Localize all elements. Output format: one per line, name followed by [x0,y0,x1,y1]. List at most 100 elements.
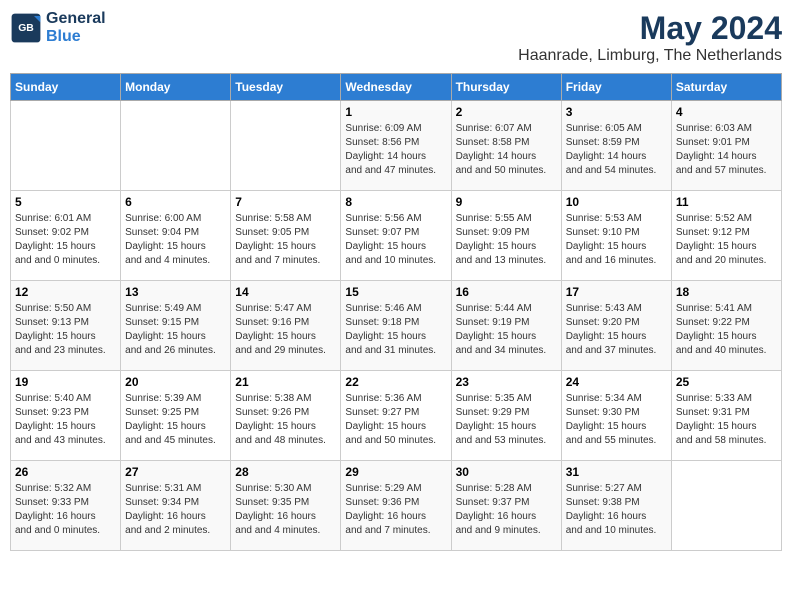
weekday-header-cell: Friday [561,74,671,101]
logo-blue: Blue [46,28,81,45]
day-info: Sunrise: 5:31 AMSunset: 9:34 PMDaylight:… [125,482,226,538]
calendar-day-cell: 13 Sunrise: 5:49 AMSunset: 9:15 PMDayligh… [121,281,231,371]
day-info: Sunrise: 5:58 AMSunset: 9:05 PMDaylight:… [235,212,336,268]
day-info: Sunrise: 5:38 AMSunset: 9:26 PMDaylight:… [235,392,336,448]
calendar-day-cell: 12 Sunrise: 5:50 AMSunset: 9:13 PMDayligh… [11,281,121,371]
day-number: 8 [345,195,446,209]
day-number: 10 [566,195,667,209]
calendar-week-row: 5 Sunrise: 6:01 AMSunset: 9:02 PMDaylight… [11,191,782,281]
svg-text:GB: GB [18,23,34,34]
day-number: 15 [345,285,446,299]
day-number: 12 [15,285,116,299]
day-info: Sunrise: 5:55 AMSunset: 9:09 PMDaylight:… [456,212,557,268]
day-info: Sunrise: 6:03 AMSunset: 9:01 PMDaylight:… [676,122,777,178]
day-number: 4 [676,105,777,119]
calendar-body: 1 Sunrise: 6:09 AMSunset: 8:56 PMDaylight… [11,101,782,551]
calendar-day-cell [121,101,231,191]
calendar-week-row: 19 Sunrise: 5:40 AMSunset: 9:23 PMDayligh… [11,371,782,461]
day-info: Sunrise: 6:09 AMSunset: 8:56 PMDaylight:… [345,122,446,178]
month-title: May 2024 [518,10,782,47]
day-info: Sunrise: 5:32 AMSunset: 9:33 PMDaylight:… [15,482,116,538]
logo: GB General Blue [10,10,106,45]
day-info: Sunrise: 5:41 AMSunset: 9:22 PMDaylight:… [676,302,777,358]
calendar-day-cell: 17Sunrise: 5:43 AMSunset: 9:20 PMDayligh… [561,281,671,371]
day-number: 20 [125,375,226,389]
day-info: Sunrise: 5:35 AMSunset: 9:29 PMDaylight:… [456,392,557,448]
weekday-header-cell: Saturday [671,74,781,101]
day-info: Sunrise: 5:30 AMSunset: 9:35 PMDaylight:… [235,482,336,538]
day-number: 29 [345,465,446,479]
day-info: Sunrise: 5:34 AMSunset: 9:30 PMDaylight:… [566,392,667,448]
calendar-day-cell [231,101,341,191]
calendar-day-cell: 14Sunrise: 5:47 AMSunset: 9:16 PMDayligh… [231,281,341,371]
day-info: Sunrise: 5:44 AMSunset: 9:19 PMDaylight:… [456,302,557,358]
day-info: Sunrise: 6:00 AMSunset: 9:04 PMDaylight:… [125,212,226,268]
calendar-day-cell: 5 Sunrise: 6:01 AMSunset: 9:02 PMDaylight… [11,191,121,281]
calendar-week-row: 26Sunrise: 5:32 AMSunset: 9:33 PMDayligh… [11,461,782,551]
day-number: 22 [345,375,446,389]
calendar-day-cell: 21Sunrise: 5:38 AMSunset: 9:26 PMDayligh… [231,371,341,461]
calendar-day-cell [11,101,121,191]
page-header: GB General Blue May 2024 Haanrade, Limbu… [10,10,782,65]
calendar-day-cell: 1 Sunrise: 6:09 AMSunset: 8:56 PMDaylight… [341,101,451,191]
day-number: 27 [125,465,226,479]
weekday-header-row: SundayMondayTuesdayWednesdayThursdayFrid… [11,74,782,101]
day-number: 28 [235,465,336,479]
day-number: 6 [125,195,226,209]
day-number: 19 [15,375,116,389]
day-info: Sunrise: 6:01 AMSunset: 9:02 PMDaylight:… [15,212,116,268]
calendar-day-cell: 15Sunrise: 5:46 AMSunset: 9:18 PMDayligh… [341,281,451,371]
day-info: Sunrise: 5:33 AMSunset: 9:31 PMDaylight:… [676,392,777,448]
day-info: Sunrise: 5:43 AMSunset: 9:20 PMDaylight:… [566,302,667,358]
calendar-table: SundayMondayTuesdayWednesdayThursdayFrid… [10,73,782,551]
calendar-day-cell: 6 Sunrise: 6:00 AMSunset: 9:04 PMDaylight… [121,191,231,281]
day-number: 1 [345,105,446,119]
calendar-day-cell: 20 Sunrise: 5:39 AMSunset: 9:25 PMDayligh… [121,371,231,461]
calendar-day-cell: 9 Sunrise: 5:55 AMSunset: 9:09 PMDaylight… [451,191,561,281]
day-number: 2 [456,105,557,119]
calendar-day-cell: 4 Sunrise: 6:03 AMSunset: 9:01 PMDaylight… [671,101,781,191]
logo-icon: GB [10,12,42,44]
location-title: Haanrade, Limburg, The Netherlands [518,47,782,65]
calendar-day-cell: 7 Sunrise: 5:58 AMSunset: 9:05 PMDaylight… [231,191,341,281]
day-number: 18 [676,285,777,299]
day-number: 23 [456,375,557,389]
weekday-header-cell: Monday [121,74,231,101]
calendar-day-cell: 3 Sunrise: 6:05 AMSunset: 8:59 PMDaylight… [561,101,671,191]
day-info: Sunrise: 6:07 AMSunset: 8:58 PMDaylight:… [456,122,557,178]
day-number: 11 [676,195,777,209]
calendar-day-cell: 26Sunrise: 5:32 AMSunset: 9:33 PMDayligh… [11,461,121,551]
calendar-day-cell: 2 Sunrise: 6:07 AMSunset: 8:58 PMDaylight… [451,101,561,191]
calendar-day-cell: 31Sunrise: 5:27 AMSunset: 9:38 PMDayligh… [561,461,671,551]
calendar-day-cell: 16 Sunrise: 5:44 AMSunset: 9:19 PMDayligh… [451,281,561,371]
day-number: 5 [15,195,116,209]
calendar-day-cell: 30Sunrise: 5:28 AMSunset: 9:37 PMDayligh… [451,461,561,551]
calendar-day-cell: 19 Sunrise: 5:40 AMSunset: 9:23 PMDayligh… [11,371,121,461]
calendar-day-cell: 11 Sunrise: 5:52 AMSunset: 9:12 PMDayligh… [671,191,781,281]
day-info: Sunrise: 5:28 AMSunset: 9:37 PMDaylight:… [456,482,557,538]
day-number: 9 [456,195,557,209]
calendar-week-row: 1 Sunrise: 6:09 AMSunset: 8:56 PMDaylight… [11,101,782,191]
weekday-header-cell: Tuesday [231,74,341,101]
day-info: Sunrise: 5:39 AMSunset: 9:25 PMDaylight:… [125,392,226,448]
day-info: Sunrise: 5:40 AMSunset: 9:23 PMDaylight:… [15,392,116,448]
calendar-day-cell: 24Sunrise: 5:34 AMSunset: 9:30 PMDayligh… [561,371,671,461]
day-info: Sunrise: 5:52 AMSunset: 9:12 PMDaylight:… [676,212,777,268]
calendar-day-cell: 25Sunrise: 5:33 AMSunset: 9:31 PMDayligh… [671,371,781,461]
day-info: Sunrise: 5:50 AMSunset: 9:13 PMDaylight:… [15,302,116,358]
day-info: Sunrise: 5:56 AMSunset: 9:07 PMDaylight:… [345,212,446,268]
day-info: Sunrise: 5:53 AMSunset: 9:10 PMDaylight:… [566,212,667,268]
calendar-day-cell [671,461,781,551]
day-info: Sunrise: 5:29 AMSunset: 9:36 PMDaylight:… [345,482,446,538]
calendar-day-cell: 10 Sunrise: 5:53 AMSunset: 9:10 PMDayligh… [561,191,671,281]
logo-text: General Blue [46,10,106,45]
day-number: 7 [235,195,336,209]
day-number: 16 [456,285,557,299]
calendar-day-cell: 28 Sunrise: 5:30 AMSunset: 9:35 PMDayligh… [231,461,341,551]
day-number: 3 [566,105,667,119]
day-info: Sunrise: 5:49 AMSunset: 9:15 PMDaylight:… [125,302,226,358]
day-number: 13 [125,285,226,299]
day-info: Sunrise: 6:05 AMSunset: 8:59 PMDaylight:… [566,122,667,178]
calendar-day-cell: 8 Sunrise: 5:56 AMSunset: 9:07 PMDaylight… [341,191,451,281]
calendar-week-row: 12 Sunrise: 5:50 AMSunset: 9:13 PMDayligh… [11,281,782,371]
